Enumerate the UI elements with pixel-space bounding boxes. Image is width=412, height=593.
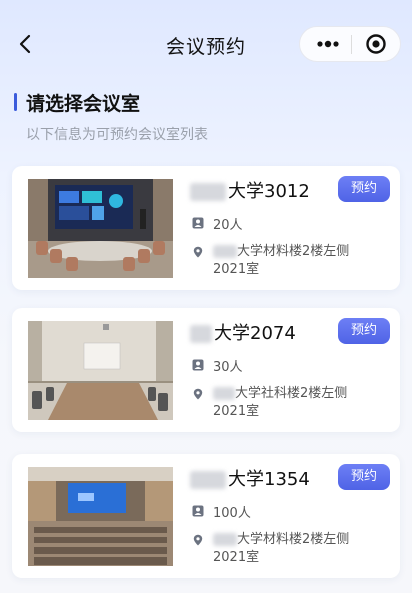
room-name: 大学3012 <box>190 177 310 203</box>
location-pin-icon <box>193 388 203 400</box>
redacted-address-prefix <box>213 245 237 258</box>
room-capacity: 30人 <box>213 360 243 375</box>
navigation-bar: 会议预约 <box>0 20 412 68</box>
room-name: 大学1354 <box>190 465 310 491</box>
section-accent-bar <box>14 93 17 111</box>
close-target-icon[interactable] <box>358 29 394 59</box>
room-card[interactable]: 大学3012 预约 20人 大学材料楼2楼左侧 2021室 <box>12 166 400 290</box>
room-capacity: 20人 <box>213 218 243 233</box>
room-address: 大学材料楼2楼左侧 2021室 <box>213 244 350 277</box>
room-address: 大学社科楼2楼左侧 2021室 <box>213 386 348 419</box>
room-card[interactable]: 大学2074 预约 30人 大学社科楼2楼左侧 2021室 <box>12 308 400 432</box>
book-button[interactable]: 预约 <box>338 318 390 344</box>
redacted-name-prefix <box>190 183 226 201</box>
more-dots-icon[interactable] <box>306 29 350 59</box>
section-subtitle: 以下信息为可预约会议室列表 <box>26 127 208 143</box>
redacted-address-prefix <box>213 533 237 546</box>
redacted-name-prefix <box>190 325 212 343</box>
room-name: 大学2074 <box>190 319 296 345</box>
room-address: 大学材料楼2楼左侧 2021室 <box>213 532 350 565</box>
book-button[interactable]: 预约 <box>338 464 390 490</box>
capsule-divider <box>351 35 352 54</box>
person-icon <box>192 359 204 371</box>
book-button[interactable]: 预约 <box>338 176 390 202</box>
location-pin-icon <box>193 246 203 258</box>
person-icon <box>192 217 204 229</box>
section-title: 请选择会议室 <box>26 93 141 115</box>
room-card[interactable]: 大学1354 预约 100人 大学材料楼2楼左侧 2021室 <box>12 454 400 578</box>
redacted-name-prefix <box>190 471 226 489</box>
room-capacity: 100人 <box>213 506 251 521</box>
room-photo <box>28 467 173 566</box>
mini-program-capsule <box>299 26 401 62</box>
room-photo <box>28 179 173 278</box>
person-icon <box>192 505 204 517</box>
redacted-address-prefix <box>213 387 235 400</box>
location-pin-icon <box>193 534 203 546</box>
room-photo <box>28 321 173 420</box>
